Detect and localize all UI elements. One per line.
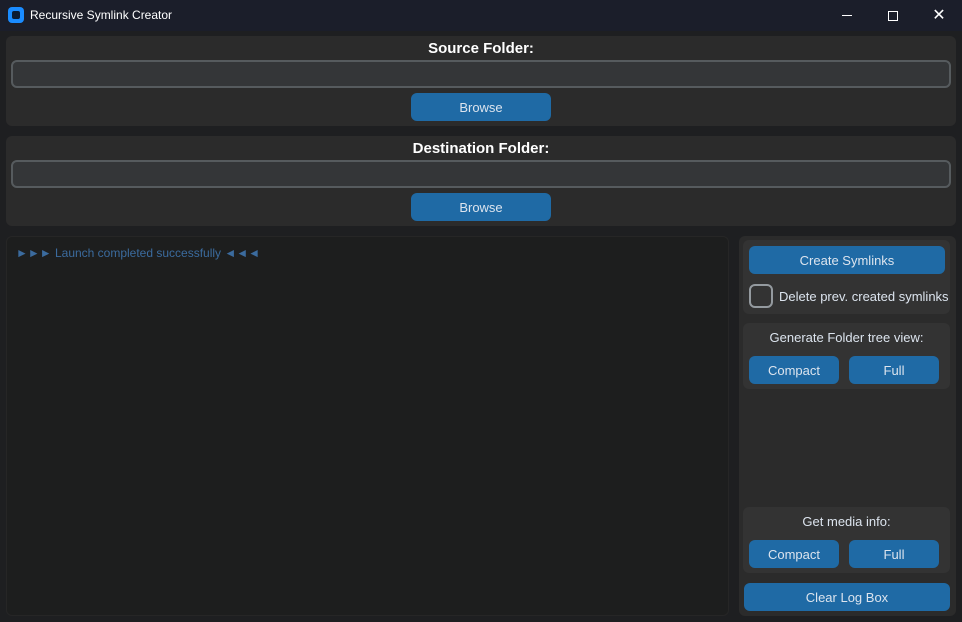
symlink-actions-group: Create Symlinks Delete prev. created sym… bbox=[743, 240, 950, 314]
tree-view-compact-button[interactable]: Compact bbox=[749, 356, 839, 384]
source-browse-button[interactable]: Browse bbox=[411, 93, 551, 121]
tree-view-full-button[interactable]: Full bbox=[849, 356, 939, 384]
media-info-group: Get media info: Compact Full bbox=[743, 507, 950, 573]
destination-folder-section: Destination Folder: Browse bbox=[6, 136, 956, 226]
maximize-icon bbox=[888, 10, 898, 21]
close-icon: ✕ bbox=[932, 6, 946, 24]
destination-folder-label: Destination Folder: bbox=[412, 140, 550, 157]
log-line: ►►► Launch completed successfully ◄◄◄ bbox=[16, 246, 261, 260]
media-info-label: Get media info: bbox=[802, 514, 891, 529]
media-info-compact-button[interactable]: Compact bbox=[749, 540, 839, 568]
tree-view-group: Generate Folder tree view: Compact Full bbox=[743, 323, 950, 389]
title-bar: Recursive Symlink Creator ✕ bbox=[0, 0, 962, 31]
source-folder-section: Source Folder: Browse bbox=[6, 36, 956, 126]
tree-view-label: Generate Folder tree view: bbox=[769, 330, 924, 345]
control-panel: Create Symlinks Delete prev. created sym… bbox=[739, 236, 956, 616]
media-info-full-button[interactable]: Full bbox=[849, 540, 939, 568]
log-box[interactable]: ►►► Launch completed successfully ◄◄◄ bbox=[6, 236, 729, 616]
delete-prev-label[interactable]: Delete prev. created symlinks bbox=[779, 289, 949, 304]
create-symlinks-button[interactable]: Create Symlinks bbox=[749, 246, 945, 274]
source-folder-label: Source Folder: bbox=[428, 40, 534, 57]
destination-browse-button[interactable]: Browse bbox=[411, 193, 551, 221]
window-title: Recursive Symlink Creator bbox=[30, 8, 173, 22]
app-icon bbox=[8, 7, 24, 23]
maximize-button[interactable] bbox=[870, 0, 916, 31]
destination-folder-input[interactable] bbox=[11, 160, 951, 188]
clear-log-button[interactable]: Clear Log Box bbox=[744, 583, 950, 611]
minimize-button[interactable] bbox=[824, 0, 870, 31]
minimize-icon bbox=[842, 15, 852, 16]
close-button[interactable]: ✕ bbox=[916, 0, 962, 31]
delete-prev-checkbox[interactable] bbox=[749, 284, 773, 308]
source-folder-input[interactable] bbox=[11, 60, 951, 88]
